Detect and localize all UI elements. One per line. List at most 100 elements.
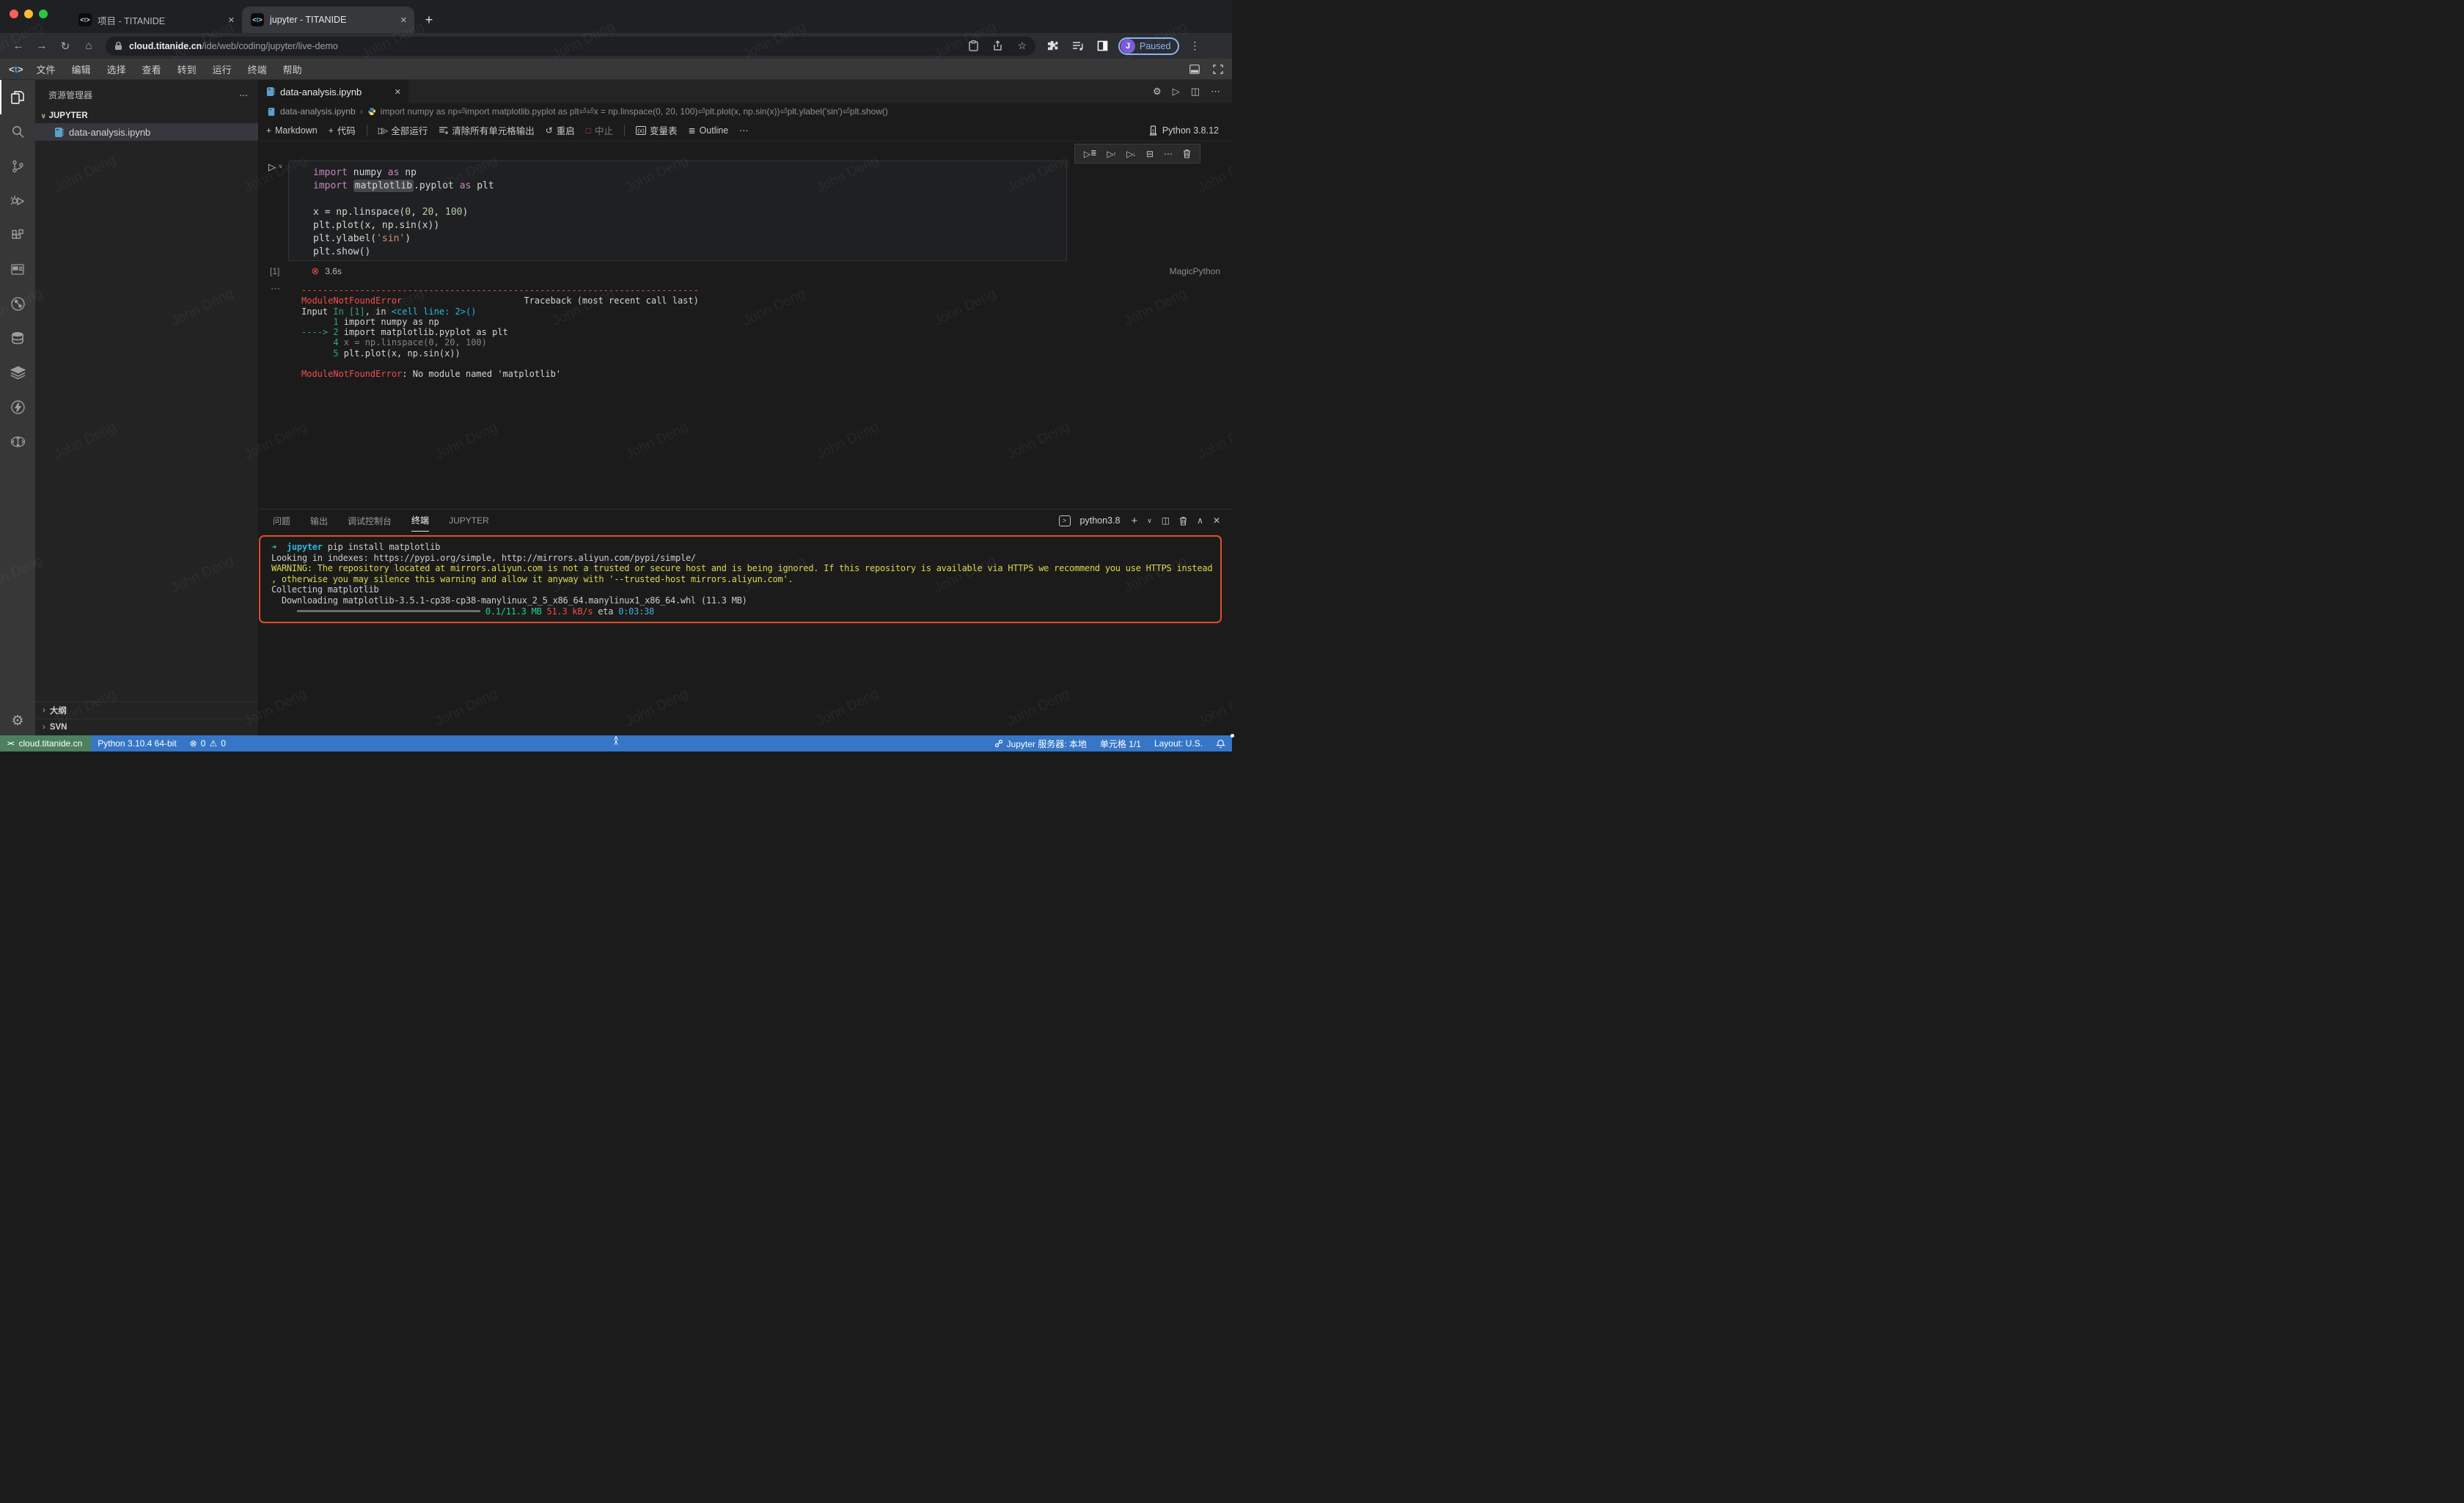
run-debug-icon[interactable] [0,183,35,218]
section-outline[interactable]: › 大纲 [35,702,258,719]
jupyter-server-status[interactable]: Jupyter 服务器: 本地 [988,735,1093,752]
browser-menu-icon[interactable]: ⋮ [1189,40,1200,52]
run-editor-icon[interactable]: ▷ [1173,86,1180,98]
close-panel-icon[interactable]: ✕ [1213,515,1220,526]
menu-edit[interactable]: 编辑 [72,62,91,76]
keyboard-layout[interactable]: Layout: U.S. [1148,735,1209,752]
toolbar-more-icon[interactable]: ⋯ [739,125,749,136]
address-bar[interactable]: cloud.titanide.cn/ide/web/coding/jupyter… [106,37,1035,56]
zoom-window-button[interactable] [39,10,48,18]
cell-language[interactable]: MagicPython [1170,266,1220,276]
run-by-line-icon[interactable]: ▷≣ [1084,149,1097,159]
problems-status[interactable]: ⊗ 0 ⚠ 0 [183,735,232,752]
split-terminal-icon[interactable]: ◫ [1162,515,1170,526]
terminal-name[interactable]: python3.8 [1080,515,1121,526]
share-icon[interactable] [993,40,1002,51]
tab-close-icon[interactable]: ✕ [228,15,235,25]
profile-button[interactable]: J Paused [1118,37,1179,55]
menu-terminal[interactable]: 终端 [248,62,267,76]
run-options-chevron-icon[interactable]: ∨ [279,163,283,169]
cell-position[interactable]: 单元格 1/1 [1093,735,1148,752]
double-chevron-up-icon[interactable]: ∧ ∧ [613,737,618,746]
new-tab-button[interactable]: + [419,10,439,30]
explorer-icon[interactable] [0,80,35,114]
browser-tab-jupyter[interactable]: <t> jupyter - TITANIDE ✕ [242,7,414,33]
section-jupyter[interactable]: ∨ JUPYTER [35,107,258,123]
search-icon[interactable] [0,114,35,149]
panel-tab-debug-console[interactable]: 调试控制台 [348,510,392,532]
notifications-bell-icon[interactable] [1209,735,1232,752]
maximize-panel-icon[interactable]: ∧ [1197,515,1203,526]
menu-file[interactable]: 文件 [37,62,56,76]
live-share-icon[interactable] [0,425,35,459]
kernel-picker[interactable]: Python 3.8.12 [1148,125,1232,136]
new-terminal-icon[interactable]: + [1131,515,1137,527]
panel-tab-problems[interactable]: 问题 [273,510,290,532]
code-cell[interactable]: import numpy as npimport matplotlib.pypl… [288,161,1067,261]
forward-icon[interactable]: → [32,37,51,56]
save-page-icon[interactable] [969,40,978,51]
menu-help[interactable]: 帮助 [283,62,302,76]
run-cell-button[interactable]: ▷ ∨ [268,161,282,173]
python-interpreter[interactable]: Python 3.10.4 64-bit [91,735,183,752]
breadcrumb-cell-code[interactable]: import numpy as np⏎import matplotlib.pyp… [381,106,888,117]
split-cell-icon[interactable]: ⊟ [1146,149,1154,159]
run-all-button[interactable]: ▷▷全部运行 [378,123,428,137]
panel-tab-output[interactable]: 输出 [310,510,328,532]
delete-cell-icon[interactable] [1183,149,1191,158]
close-window-button[interactable] [10,10,18,18]
menu-selection[interactable]: 选择 [107,62,126,76]
source-control-icon[interactable] [0,149,35,183]
breadcrumb-file[interactable]: data-analysis.ipynb [280,106,356,117]
variables-button[interactable]: (x)变量表 [636,123,677,137]
remote-explorer-icon[interactable] [0,252,35,287]
restart-kernel-button[interactable]: ↺重启 [546,123,575,137]
media-playlist-icon[interactable] [1072,41,1084,51]
menu-run[interactable]: 运行 [213,62,232,76]
git-graph-icon[interactable] [0,287,35,321]
output-collapse-icon[interactable]: ⋯ [271,283,280,295]
add-markdown-button[interactable]: +Markdown [266,125,318,136]
editor-more-icon[interactable]: ⋯ [1211,86,1220,98]
run-above-icon[interactable]: ▷↑ [1107,149,1116,159]
thunder-client-icon[interactable] [0,390,35,425]
fullscreen-icon[interactable] [1213,65,1223,74]
clear-outputs-button[interactable]: 清除所有单元格输出 [439,123,535,137]
sync-paused-label: Paused [1140,41,1170,51]
interrupt-button[interactable]: □中止 [586,123,613,137]
file-item-notebook[interactable]: data-analysis.ipynb [35,123,258,141]
run-below-icon[interactable]: ▷↓ [1126,149,1136,159]
split-editor-icon[interactable]: ◫ [1191,86,1200,98]
tab-close-icon[interactable]: ✕ [395,87,401,97]
cell-more-icon[interactable]: ⋯ [1164,149,1173,159]
back-icon[interactable]: ← [9,37,28,56]
home-icon[interactable]: ⌂ [79,37,98,56]
layout-toggle-icon[interactable] [1189,65,1200,74]
terminal-dropdown-icon[interactable]: ∨ [1147,517,1152,525]
layers-stack-icon[interactable] [0,356,35,390]
menu-goto[interactable]: 转到 [177,62,197,76]
panel-tab-terminal[interactable]: 终端 [411,510,429,532]
extensions-puzzle-icon[interactable] [1047,40,1059,52]
breadcrumb[interactable]: data-analysis.ipynb › import numpy as np… [259,103,1232,120]
outline-button[interactable]: ≣Outline [689,125,729,136]
minimize-window-button[interactable] [24,10,33,18]
notebook-settings-icon[interactable]: ⚙ [1153,86,1162,98]
remote-indicator[interactable]: >< cloud.titanide.cn [0,735,91,752]
terminal[interactable]: ➜ jupyter pip install matplotlibLooking … [259,535,1222,623]
side-panel-icon[interactable] [1097,40,1108,51]
settings-gear-icon[interactable]: ⚙ [11,713,23,730]
add-code-button[interactable]: +代码 [329,123,356,137]
bookmark-star-icon[interactable]: ☆ [1017,40,1027,52]
tab-close-icon[interactable]: ✕ [400,15,407,25]
sidebar-more-icon[interactable]: ⋯ [239,90,248,100]
kill-terminal-icon[interactable] [1179,516,1187,526]
panel-tab-jupyter[interactable]: JUPYTER [449,511,489,530]
database-icon[interactable] [0,321,35,356]
section-svn[interactable]: › SVN [35,719,258,735]
extensions-icon[interactable] [0,218,35,252]
editor-tab-notebook[interactable]: data-analysis.ipynb ✕ [259,80,409,103]
browser-tab-project[interactable]: <t> 项目 - TITANIDE ✕ [70,7,242,33]
menu-view[interactable]: 查看 [142,62,161,76]
reload-icon[interactable]: ↻ [56,37,75,56]
